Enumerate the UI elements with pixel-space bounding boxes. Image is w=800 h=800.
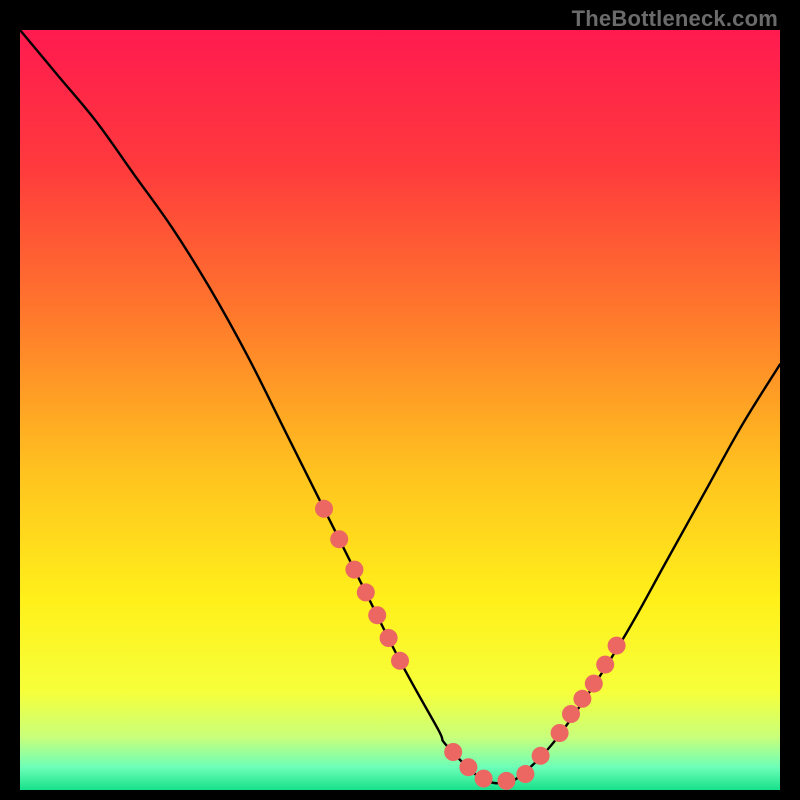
curve-marker (532, 747, 550, 765)
curve-marker (345, 561, 363, 579)
chart-frame (20, 30, 780, 790)
curve-markers (315, 500, 626, 790)
curve-marker (357, 583, 375, 601)
curve-marker (475, 770, 493, 788)
bottleneck-curve (20, 30, 780, 783)
curve-marker (459, 758, 477, 776)
curve-marker (573, 690, 591, 708)
curve-marker (380, 629, 398, 647)
curve-marker (551, 724, 569, 742)
curve-marker (315, 500, 333, 518)
curve-marker (596, 656, 614, 674)
curve-marker (444, 743, 462, 761)
curve-marker (368, 606, 386, 624)
chart-plot (20, 30, 780, 790)
curve-marker (585, 675, 603, 693)
attribution-text: TheBottleneck.com (572, 6, 778, 32)
curve-marker (608, 637, 626, 655)
curve-marker (497, 772, 515, 790)
curve-marker (330, 530, 348, 548)
curve-marker (562, 705, 580, 723)
curve-marker (391, 652, 409, 670)
curve-marker (516, 765, 534, 783)
